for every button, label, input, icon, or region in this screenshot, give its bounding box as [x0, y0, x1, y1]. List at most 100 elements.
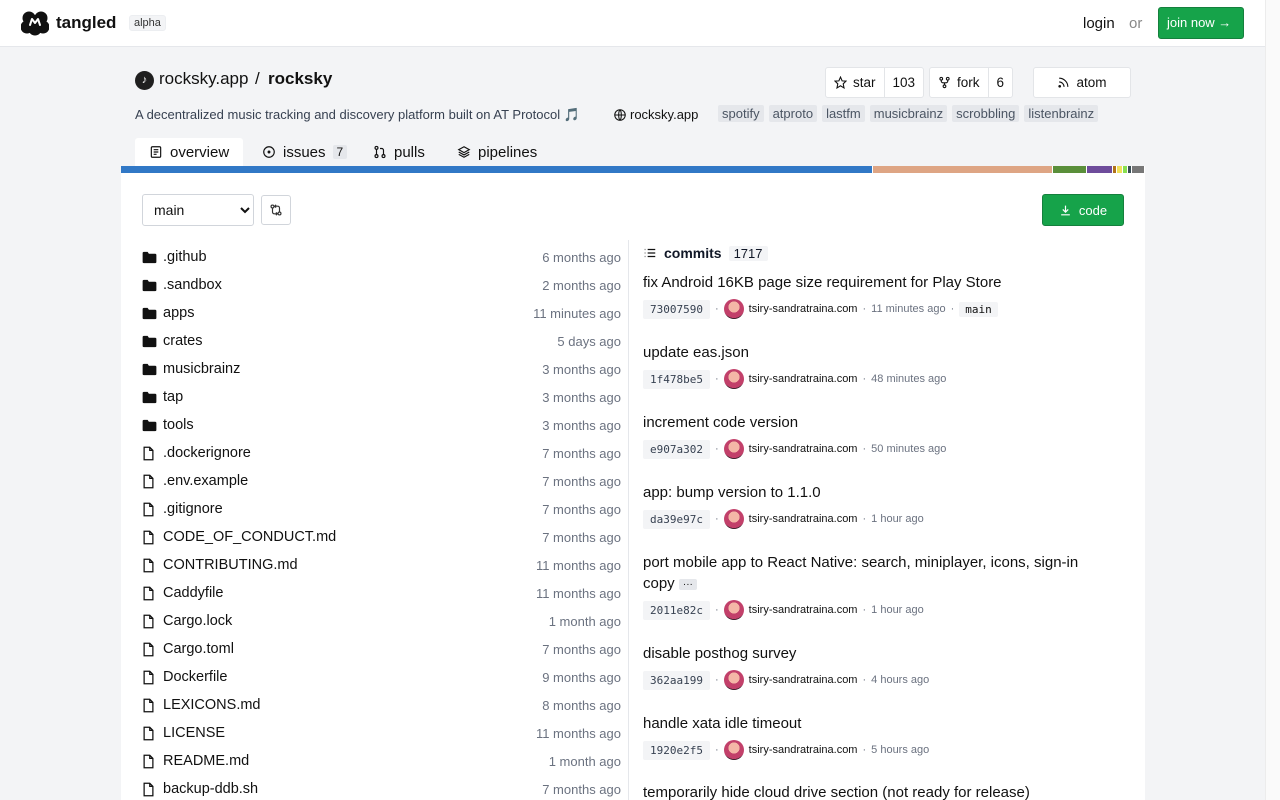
branch-tag[interactable]: main [959, 301, 998, 317]
topic-tag[interactable]: musicbrainz [869, 105, 948, 122]
file-row[interactable]: .gitignore 7 months ago [142, 495, 621, 523]
file-row[interactable]: LEXICONS.md 8 months ago [142, 691, 621, 719]
file-row[interactable]: .sandbox 2 months ago [142, 271, 621, 299]
tangled-logo-icon[interactable] [21, 10, 49, 36]
commit-author[interactable]: tsiry-sandratraina.com [749, 373, 858, 385]
file-name[interactable]: Caddyfile [163, 585, 536, 601]
file-row[interactable]: crates 5 days ago [142, 327, 621, 355]
file-time[interactable]: 9 months ago [542, 670, 621, 685]
commit-author[interactable]: tsiry-sandratraina.com [749, 303, 858, 315]
repo-website-link[interactable]: rocksky.app [613, 107, 698, 122]
file-row[interactable]: README.md 1 month ago [142, 747, 621, 775]
file-time[interactable]: 3 months ago [542, 418, 621, 433]
file-row[interactable]: .github 6 months ago [142, 243, 621, 271]
file-time[interactable]: 7 months ago [542, 502, 621, 517]
tab-pipelines[interactable]: pipelines [443, 138, 551, 166]
file-name[interactable]: .sandbox [163, 277, 542, 293]
file-row[interactable]: Cargo.toml 7 months ago [142, 635, 621, 663]
topic-tag[interactable]: listenbrainz [1024, 105, 1099, 122]
commit-author[interactable]: tsiry-sandratraina.com [749, 513, 858, 525]
commit-message-text[interactable]: fix Android 16KB page size requirement f… [643, 274, 1002, 291]
file-name[interactable]: CODE_OF_CONDUCT.md [163, 529, 542, 545]
commit-message[interactable]: increment code version [643, 412, 1103, 433]
compare-button[interactable] [261, 195, 291, 225]
atom-feed-button[interactable]: atom [1033, 67, 1131, 98]
commit-message[interactable]: port mobile app to React Native: search,… [643, 552, 1103, 594]
file-time[interactable]: 7 months ago [542, 530, 621, 545]
file-row[interactable]: tap 3 months ago [142, 383, 621, 411]
file-row[interactable]: apps 11 minutes ago [142, 299, 621, 327]
commit-author[interactable]: tsiry-sandratraina.com [749, 674, 858, 686]
fork-button[interactable]: fork 6 [929, 67, 1014, 98]
commit-sha[interactable]: 73007590 [643, 299, 710, 319]
author-avatar[interactable] [723, 439, 744, 459]
tab-issues[interactable]: issues 7 [248, 138, 361, 166]
author-avatar[interactable] [723, 740, 744, 760]
file-row[interactable]: backup-ddb.sh 7 months ago [142, 775, 621, 800]
author-avatar[interactable] [723, 299, 744, 319]
commit-message[interactable]: update eas.json [643, 342, 1103, 363]
file-row[interactable]: Cargo.lock 1 month ago [142, 607, 621, 635]
topic-tag[interactable]: scrobbling [952, 105, 1020, 122]
file-name[interactable]: LEXICONS.md [163, 697, 542, 713]
topic-tag[interactable]: atproto [768, 105, 818, 122]
file-name[interactable]: LICENSE [163, 725, 536, 741]
file-row[interactable]: LICENSE 11 months ago [142, 719, 621, 747]
file-name[interactable]: README.md [163, 753, 549, 769]
commit-message-text[interactable]: temporarily hide cloud drive section (no… [643, 784, 1030, 800]
file-time[interactable]: 3 months ago [542, 390, 621, 405]
star-button[interactable]: star 103 [825, 67, 925, 98]
file-time[interactable]: 1 month ago [549, 754, 621, 769]
file-name[interactable]: .gitignore [163, 501, 542, 517]
file-row[interactable]: .dockerignore 7 months ago [142, 439, 621, 467]
commit-author[interactable]: tsiry-sandratraina.com [749, 604, 858, 616]
file-name[interactable]: .github [163, 249, 542, 265]
tab-overview[interactable]: overview [135, 138, 244, 166]
file-time[interactable]: 8 months ago [542, 698, 621, 713]
commit-sha[interactable]: 1920e2f5 [643, 740, 710, 760]
commit-message-text[interactable]: port mobile app to React Native: search,… [643, 554, 1078, 592]
file-name[interactable]: Cargo.toml [163, 641, 542, 657]
file-time[interactable]: 11 minutes ago [533, 306, 621, 321]
file-name[interactable]: crates [163, 333, 557, 349]
file-time[interactable]: 1 month ago [549, 614, 621, 629]
brand-name[interactable]: tangled [56, 13, 116, 33]
commit-message-text[interactable]: update eas.json [643, 344, 749, 361]
file-time[interactable]: 11 months ago [536, 586, 621, 601]
commit-message[interactable]: app: bump version to 1.1.0 [643, 482, 1103, 503]
commit-sha[interactable]: 2011e82c [643, 600, 710, 620]
author-avatar[interactable] [723, 369, 744, 389]
file-time[interactable]: 7 months ago [542, 474, 621, 489]
commit-author[interactable]: tsiry-sandratraina.com [749, 744, 858, 756]
repo-owner-link[interactable]: rocksky.app [159, 69, 248, 89]
commit-message[interactable]: disable posthog survey [643, 643, 1103, 664]
commit-message-text[interactable]: increment code version [643, 414, 798, 431]
commit-sha[interactable]: da39e97c [643, 509, 710, 529]
commit-message[interactable]: handle xata idle timeout [643, 713, 1103, 734]
file-time[interactable]: 6 months ago [542, 250, 621, 265]
commit-message[interactable]: temporarily hide cloud drive section (no… [643, 782, 1103, 800]
file-name[interactable]: .env.example [163, 473, 542, 489]
commit-author[interactable]: tsiry-sandratraina.com [749, 443, 858, 455]
file-name[interactable]: apps [163, 305, 533, 321]
commit-message-text[interactable]: disable posthog survey [643, 645, 796, 662]
expand-message-button[interactable]: ··· [678, 578, 697, 590]
file-row[interactable]: musicbrainz 3 months ago [142, 355, 621, 383]
code-download-button[interactable]: code [1042, 194, 1124, 226]
file-name[interactable]: .dockerignore [163, 445, 542, 461]
file-name[interactable]: tools [163, 417, 542, 433]
author-avatar[interactable] [723, 509, 744, 529]
file-name[interactable]: Dockerfile [163, 669, 542, 685]
file-name[interactable]: backup-ddb.sh [163, 781, 542, 797]
file-row[interactable]: Caddyfile 11 months ago [142, 579, 621, 607]
join-now-button[interactable]: join now → [1158, 7, 1244, 39]
file-name[interactable]: musicbrainz [163, 361, 542, 377]
tab-pulls[interactable]: pulls [359, 138, 439, 166]
file-time[interactable]: 3 months ago [542, 362, 621, 377]
file-time[interactable]: 5 days ago [557, 334, 621, 349]
commits-title[interactable]: commits [664, 245, 722, 261]
file-time[interactable]: 7 months ago [542, 782, 621, 797]
file-row[interactable]: .env.example 7 months ago [142, 467, 621, 495]
file-row[interactable]: Dockerfile 9 months ago [142, 663, 621, 691]
file-time[interactable]: 11 months ago [536, 726, 621, 741]
